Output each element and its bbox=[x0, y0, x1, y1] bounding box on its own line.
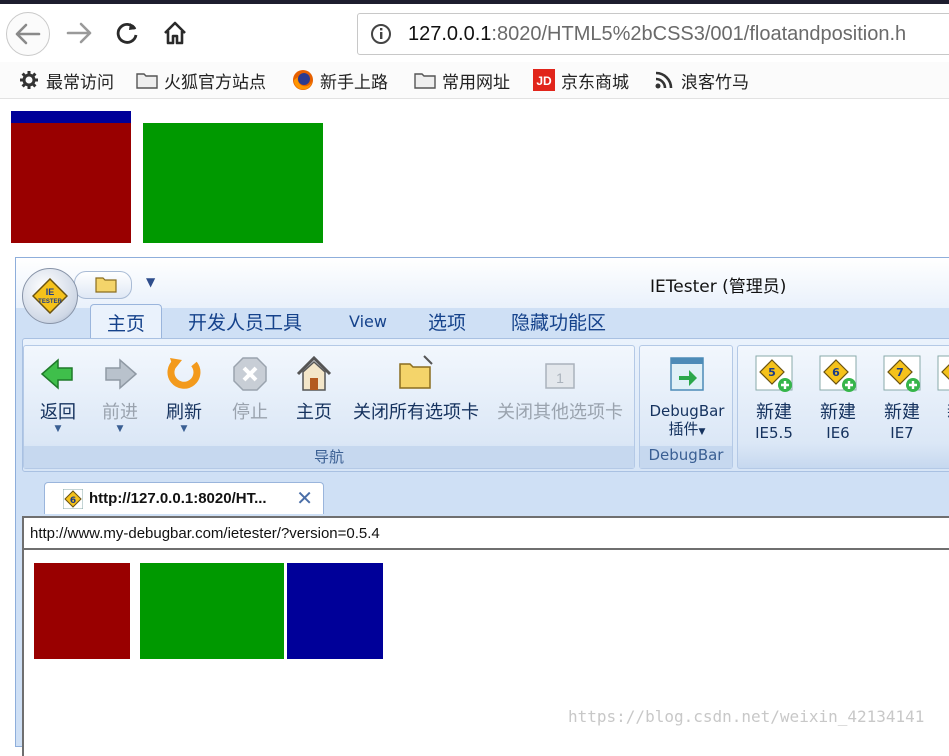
close-tab-icon[interactable]: ✕ bbox=[296, 486, 313, 510]
bookmark-firefox-site[interactable]: 火狐官方站点 bbox=[136, 68, 266, 93]
new-ie-icon: 8 bbox=[937, 355, 949, 391]
jd-icon: JD bbox=[533, 69, 555, 91]
back-button[interactable]: 返回 ▼ bbox=[32, 354, 84, 434]
ribbon-tabs: 主页 开发人员工具 View 选项 隐藏功能区 bbox=[16, 304, 949, 338]
tab-options[interactable]: 选项 bbox=[428, 308, 466, 335]
stop-button[interactable]: 停止 bbox=[224, 354, 276, 424]
debugbar-group: DebugBar 插件▼ DebugBar bbox=[639, 345, 733, 469]
folder-icon bbox=[95, 277, 117, 293]
document-tab[interactable]: 6 http://127.0.0.1:8020/HT... ✕ bbox=[44, 482, 324, 514]
ietester-window: ▼ IETester (管理员) IE TESTER 主页 开发人员工具 View… bbox=[15, 257, 949, 756]
bookmark-rss[interactable]: 浪客竹马 bbox=[653, 68, 749, 93]
ietester-titlebar: ▼ IETester (管理员) bbox=[16, 258, 949, 308]
forward-button[interactable]: 前进 ▼ bbox=[94, 354, 146, 434]
house-icon bbox=[296, 355, 332, 391]
bookmark-label: 火狐官方站点 bbox=[164, 72, 266, 93]
window-top-strip bbox=[0, 0, 949, 4]
navigation-group: 返回 ▼ 前进 ▼ 刷新 ▼ 停止 主页 关闭所有选项卡 1 关闭其他选项卡 导… bbox=[23, 345, 635, 469]
tab-view[interactable]: View bbox=[349, 312, 387, 331]
rss-icon bbox=[653, 70, 675, 90]
ie-blue-box bbox=[287, 563, 383, 659]
url-path: :8020/HTML5%2bCSS3/001/floatandposition.… bbox=[491, 23, 907, 45]
url-host: 127.0.0.1 bbox=[408, 23, 492, 45]
watermark: https://blog.csdn.net/weixin_42134141 bbox=[568, 707, 925, 726]
bookmarks-toolbar: 最常访问 火狐官方站点 新手上路 常用网址 JD 京东商城 浪客竹马 bbox=[0, 62, 949, 99]
quick-access-dropdown[interactable]: ▼ bbox=[146, 275, 155, 289]
home-icon bbox=[164, 21, 186, 45]
close-all-tabs-button[interactable]: 关闭所有选项卡 bbox=[346, 354, 486, 424]
red-box bbox=[11, 123, 131, 243]
back-button[interactable] bbox=[6, 12, 50, 56]
bookmark-most-visited[interactable]: 最常访问 bbox=[18, 68, 114, 93]
green-back-arrow-icon bbox=[40, 358, 73, 390]
home-button[interactable] bbox=[154, 12, 196, 54]
svg-text:IE: IE bbox=[46, 287, 55, 297]
quick-access-button[interactable] bbox=[74, 271, 132, 299]
bookmark-label: 最常访问 bbox=[46, 72, 114, 93]
reload-icon bbox=[116, 23, 138, 44]
forward-button[interactable] bbox=[58, 12, 100, 54]
refresh-button[interactable]: 刷新 ▼ bbox=[158, 354, 210, 434]
new-ie-icon: 6 bbox=[819, 355, 857, 392]
tab-developer-tools[interactable]: 开发人员工具 bbox=[188, 308, 302, 335]
new-ie55-button[interactable]: 5 新建 IE5.5 bbox=[746, 354, 802, 442]
forward-arrow-icon bbox=[66, 22, 92, 44]
tab-home[interactable]: 主页 bbox=[90, 304, 163, 338]
blue-box-top bbox=[11, 111, 131, 123]
gear-icon bbox=[18, 70, 40, 90]
bookmark-label: 常用网址 bbox=[442, 72, 510, 93]
new-ie-icon: 7 bbox=[883, 355, 921, 392]
svg-text:6: 6 bbox=[70, 496, 76, 506]
new-ie7-button[interactable]: 7 新建 IE7 bbox=[874, 354, 930, 442]
close-other-tabs-button[interactable]: 1 关闭其他选项卡 bbox=[490, 354, 630, 424]
ie-red-box bbox=[34, 563, 130, 659]
bookmark-common-sites[interactable]: 常用网址 bbox=[414, 68, 510, 93]
firefox-icon bbox=[292, 70, 314, 90]
url-text[interactable]: 127.0.0.1:8020/HTML5%2bCSS3/001/floatand… bbox=[408, 23, 906, 46]
window-title: IETester (管理员) bbox=[650, 277, 787, 297]
navigation-group-label: 导航 bbox=[24, 446, 634, 468]
svg-text:7: 7 bbox=[896, 366, 904, 379]
reload-button[interactable] bbox=[106, 12, 148, 54]
refresh-icon bbox=[167, 358, 201, 389]
new-ie8-button[interactable]: 8 新 bbox=[936, 354, 949, 424]
debugbar-plugin-button[interactable]: DebugBar 插件▼ bbox=[644, 354, 730, 441]
folder-icon bbox=[136, 70, 158, 90]
new-ie-icon: 5 bbox=[755, 355, 793, 392]
svg-text:1: 1 bbox=[556, 370, 564, 386]
svg-text:5: 5 bbox=[768, 366, 776, 379]
ie6-tab-icon: 6 bbox=[63, 489, 83, 509]
debugbar-group-label: DebugBar bbox=[640, 446, 732, 468]
close-other-tabs-icon: 1 bbox=[545, 363, 575, 389]
green-box bbox=[143, 123, 323, 243]
forward-arrow-icon bbox=[105, 358, 138, 390]
bookmark-label: 新手上路 bbox=[320, 72, 388, 93]
document-tabstrip: 6 http://127.0.0.1:8020/HT... ✕ bbox=[22, 480, 949, 514]
document-tab-title: http://127.0.0.1:8020/HT... bbox=[89, 490, 267, 507]
home-button[interactable]: 主页 bbox=[288, 354, 340, 424]
ie-green-box bbox=[140, 563, 284, 659]
back-arrow-icon bbox=[15, 23, 41, 45]
svg-text:JD: JD bbox=[536, 74, 552, 88]
ribbon: 返回 ▼ 前进 ▼ 刷新 ▼ 停止 主页 关闭所有选项卡 1 关闭其他选项卡 导… bbox=[22, 338, 949, 472]
ie-address-bar[interactable]: http://www.my-debugbar.com/ietester/?ver… bbox=[24, 518, 949, 550]
stop-icon bbox=[233, 357, 267, 391]
folder-icon bbox=[414, 70, 436, 90]
bookmark-label: 浪客竹马 bbox=[681, 72, 749, 93]
debugbar-icon bbox=[670, 357, 704, 391]
url-bar[interactable]: 127.0.0.1:8020/HTML5%2bCSS3/001/floatand… bbox=[357, 13, 949, 55]
tab-hidden-features[interactable]: 隐藏功能区 bbox=[511, 308, 606, 335]
new-ie6-button[interactable]: 6 新建 IE6 bbox=[810, 354, 866, 442]
bookmark-jd[interactable]: JD 京东商城 bbox=[533, 68, 629, 93]
close-all-tabs-icon bbox=[399, 355, 433, 389]
bookmark-getting-started[interactable]: 新手上路 bbox=[292, 68, 388, 93]
bookmark-label: 京东商城 bbox=[561, 72, 629, 93]
new-ie-group: 5 新建 IE5.5 6 新建 IE6 7 新建 IE7 8 新 bbox=[737, 345, 949, 469]
svg-text:6: 6 bbox=[832, 366, 840, 379]
info-icon[interactable] bbox=[370, 23, 392, 45]
